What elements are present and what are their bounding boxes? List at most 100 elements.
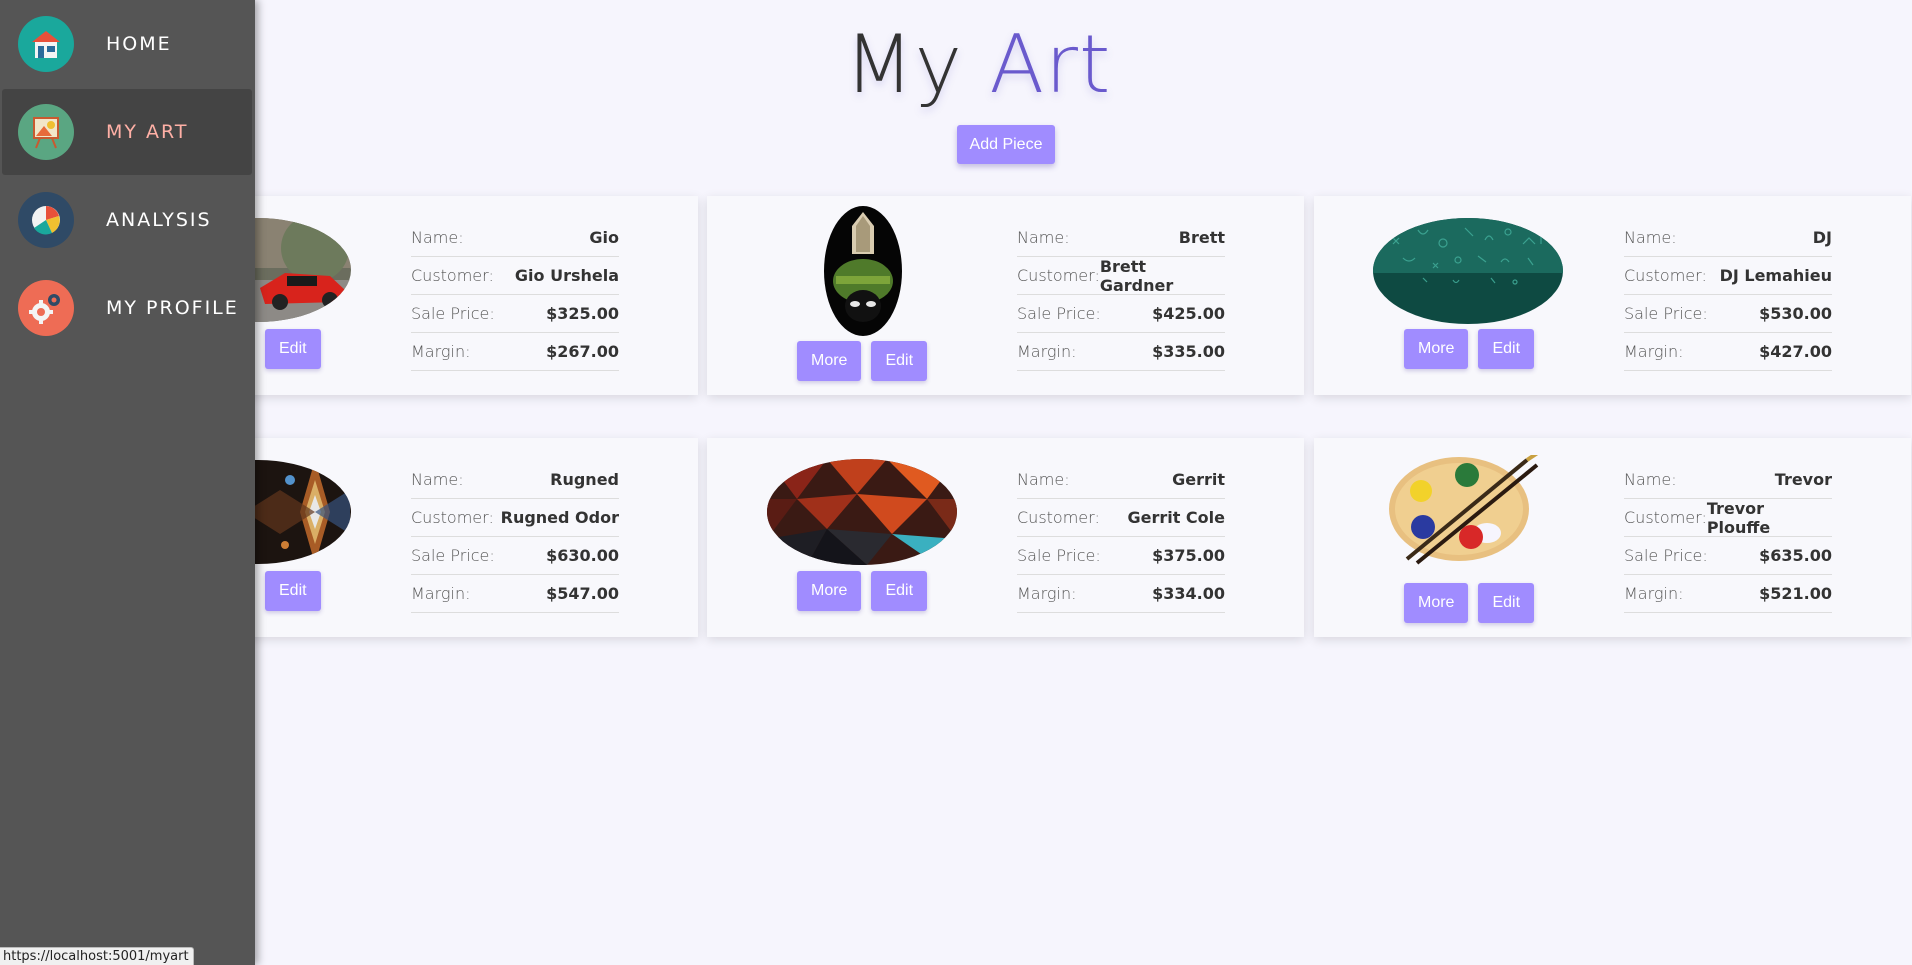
gear-icon xyxy=(18,280,74,336)
more-button[interactable]: More xyxy=(1404,329,1469,369)
more-button[interactable]: More xyxy=(1404,583,1469,623)
art-info: Name: Trevor Customer: Trevor Plouffe Sale… xyxy=(1624,461,1832,613)
info-row-margin: Margin: $547.00 xyxy=(411,575,619,613)
margin-value: $427.00 xyxy=(1759,342,1832,361)
sale-price-label: Sale Price: xyxy=(411,304,495,323)
art-card: More Edit Name: Gerrit Customer: Gerrit Co… xyxy=(707,438,1304,637)
margin-value: $334.00 xyxy=(1152,584,1225,603)
info-row-sale-price: Sale Price: $325.00 xyxy=(411,295,619,333)
info-row-name: Name: Gerrit xyxy=(1017,461,1225,499)
name-label: Name: xyxy=(411,470,464,489)
sidebar-item-label: MY PROFILE xyxy=(106,297,239,319)
edit-button[interactable]: Edit xyxy=(871,571,928,611)
margin-label: Margin: xyxy=(1624,584,1684,603)
customer-label: Customer: xyxy=(1017,266,1100,285)
customer-label: Customer: xyxy=(411,508,494,527)
art-thumbnail[interactable] xyxy=(824,206,902,336)
sidebar-item-label: MY ART xyxy=(106,121,189,143)
info-row-name: Name: Rugned xyxy=(411,461,619,499)
margin-label: Margin: xyxy=(1017,584,1077,603)
art-info: Name: Gerrit Customer: Gerrit Cole Sale Pr… xyxy=(1017,461,1225,613)
customer-label: Customer: xyxy=(1624,266,1707,285)
customer-value: Brett Gardner xyxy=(1099,256,1174,295)
art-thumbnail[interactable] xyxy=(1387,455,1547,567)
info-row-customer: Customer: Gerrit Cole xyxy=(1017,499,1225,537)
info-row-customer: Customer: Brett Gardner xyxy=(1017,257,1225,295)
art-info: Name: Rugned Customer: Rugned Odor Sale Pr… xyxy=(411,461,619,613)
sale-price-label: Sale Price: xyxy=(1017,546,1101,565)
margin-label: Margin: xyxy=(411,584,471,603)
name-value: Gio xyxy=(589,228,619,247)
info-row-customer: Customer: Trevor Plouffe xyxy=(1624,499,1832,537)
name-value: Trevor xyxy=(1774,470,1832,489)
edit-button[interactable]: Edit xyxy=(265,329,321,369)
info-row-name: Name: Trevor xyxy=(1624,461,1832,499)
sidebar-item-home[interactable]: HOME xyxy=(2,1,252,87)
info-row-sale-price: Sale Price: $375.00 xyxy=(1017,537,1225,575)
art-thumbnail[interactable] xyxy=(1373,218,1563,324)
home-icon xyxy=(18,16,74,72)
art-card: More Edit Name: Trevor Customer: Trevor Pl… xyxy=(1314,438,1911,637)
page-title-part1: My xyxy=(844,18,963,111)
customer-label: Customer: xyxy=(1624,508,1707,527)
edit-button[interactable]: Edit xyxy=(871,341,928,381)
page-title-part2: Art xyxy=(989,18,1112,111)
info-row-sale-price: Sale Price: $530.00 xyxy=(1624,295,1832,333)
name-label: Name: xyxy=(411,228,464,247)
sidebar-item-label: ANALYSIS xyxy=(106,209,212,231)
sale-price-label: Sale Price: xyxy=(1017,304,1101,323)
info-row-margin: Margin: $334.00 xyxy=(1017,575,1225,613)
info-row-customer: Customer: Rugned Odor xyxy=(411,499,619,537)
info-row-margin: Margin: $335.00 xyxy=(1017,333,1225,371)
sale-price-value: $375.00 xyxy=(1152,546,1225,565)
sidebar-item-analysis[interactable]: ANALYSIS xyxy=(2,177,252,263)
page-title: My Art xyxy=(0,18,1912,111)
edit-button[interactable]: Edit xyxy=(265,571,321,611)
info-row-sale-price: Sale Price: $630.00 xyxy=(411,537,619,575)
info-row-sale-price: Sale Price: $425.00 xyxy=(1017,295,1225,333)
art-info: Name: Gio Customer: Gio Urshela Sale Price… xyxy=(411,219,619,371)
name-value: Rugned xyxy=(550,470,619,489)
sidebar: HOME MY ART ANALYSIS MY PROFILE xyxy=(0,0,255,965)
art-card: More Edit Name: DJ Customer: DJ Lemahieu S… xyxy=(1314,196,1911,395)
customer-value: Gio Urshela xyxy=(514,266,619,285)
sale-price-value: $325.00 xyxy=(546,304,619,323)
name-label: Name: xyxy=(1624,228,1677,247)
customer-value: Rugned Odor xyxy=(500,508,619,527)
info-row-margin: Margin: $521.00 xyxy=(1624,575,1832,613)
more-button[interactable]: More xyxy=(797,341,862,381)
sale-price-label: Sale Price: xyxy=(411,546,495,565)
sidebar-item-my-profile[interactable]: MY PROFILE xyxy=(2,265,252,351)
info-row-margin: Margin: $267.00 xyxy=(411,333,619,371)
sale-price-value: $630.00 xyxy=(546,546,619,565)
name-label: Name: xyxy=(1017,228,1070,247)
margin-value: $267.00 xyxy=(546,342,619,361)
more-button[interactable]: More xyxy=(797,571,862,611)
info-row-margin: Margin: $427.00 xyxy=(1624,333,1832,371)
art-thumbnail[interactable] xyxy=(767,459,957,565)
art-card: More Edit Name: Brett Customer: Brett Gard… xyxy=(707,196,1304,395)
sidebar-item-my-art[interactable]: MY ART xyxy=(2,89,252,175)
name-label: Name: xyxy=(1624,470,1677,489)
info-row-sale-price: Sale Price: $635.00 xyxy=(1624,537,1832,575)
easel-icon xyxy=(18,104,74,160)
margin-label: Margin: xyxy=(1624,342,1684,361)
sale-price-value: $635.00 xyxy=(1759,546,1832,565)
info-row-customer: Customer: Gio Urshela xyxy=(411,257,619,295)
sale-price-label: Sale Price: xyxy=(1624,546,1708,565)
margin-label: Margin: xyxy=(411,342,471,361)
info-row-name: Name: Brett xyxy=(1017,219,1225,257)
add-piece-button[interactable]: Add Piece xyxy=(957,125,1055,164)
sidebar-item-label: HOME xyxy=(106,33,172,55)
edit-button[interactable]: Edit xyxy=(1478,583,1535,623)
info-row-name: Name: Gio xyxy=(411,219,619,257)
customer-value: DJ Lemahieu xyxy=(1719,266,1832,285)
margin-value: $547.00 xyxy=(546,584,619,603)
info-row-customer: Customer: DJ Lemahieu xyxy=(1624,257,1832,295)
pie-chart-icon xyxy=(18,192,74,248)
customer-label: Customer: xyxy=(1017,508,1100,527)
sale-price-value: $425.00 xyxy=(1152,304,1225,323)
edit-button[interactable]: Edit xyxy=(1478,329,1535,369)
name-label: Name: xyxy=(1017,470,1070,489)
info-row-name: Name: DJ xyxy=(1624,219,1832,257)
